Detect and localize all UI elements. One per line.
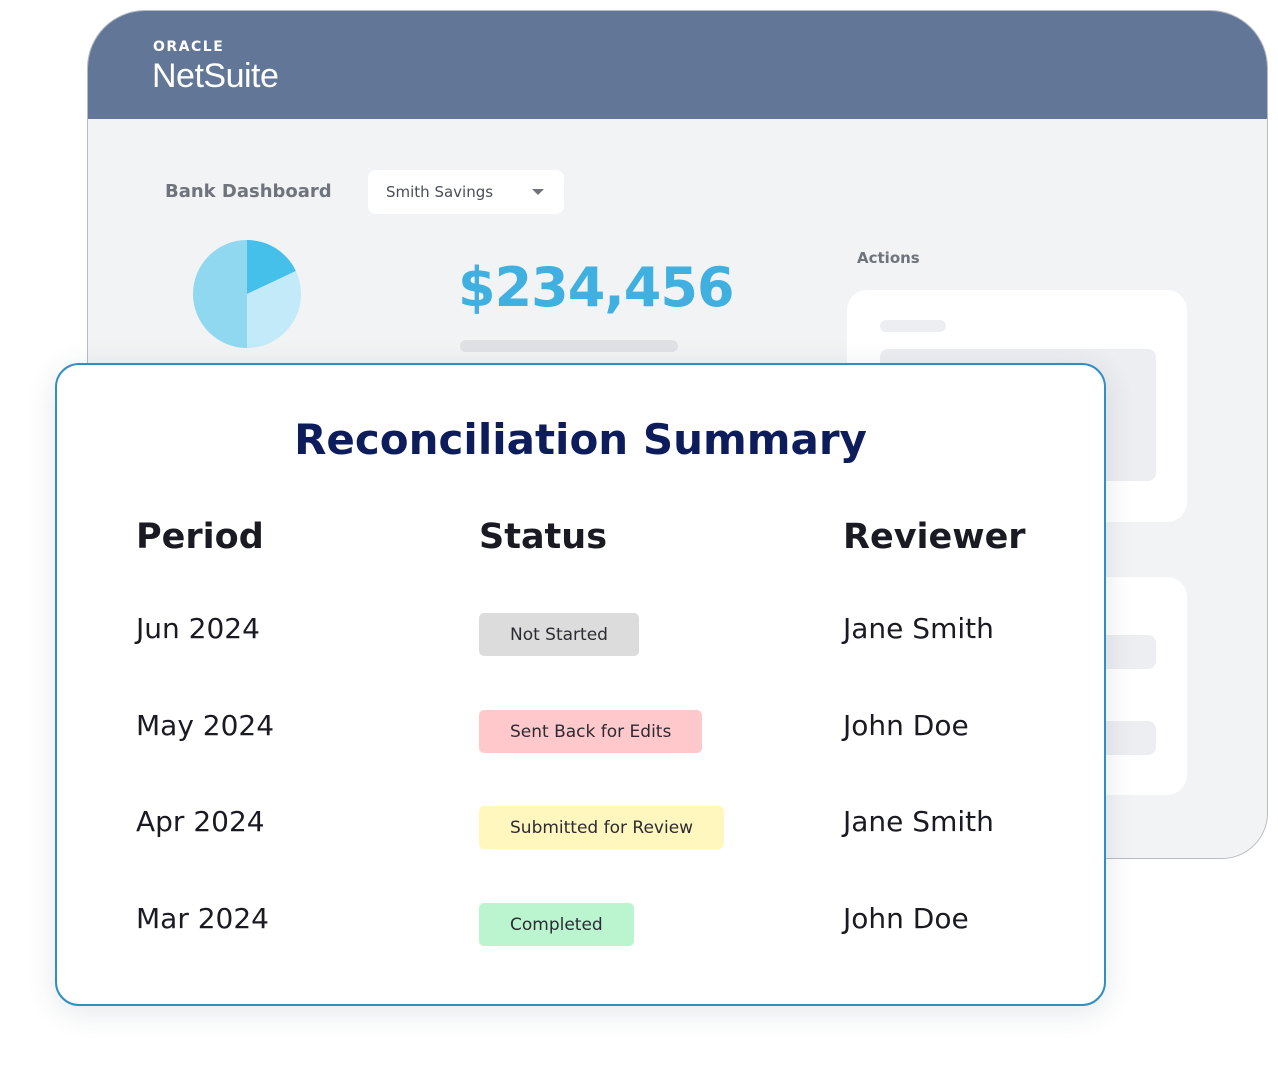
dashboard-title: Bank Dashboard — [165, 181, 332, 202]
row-period: Mar 2024 — [136, 902, 269, 935]
row-reviewer: Jane Smith — [843, 805, 994, 838]
status-badge: Completed — [479, 903, 634, 946]
row-reviewer: John Doe — [843, 709, 969, 742]
reconciliation-summary-card: Reconciliation Summary Period Status Rev… — [55, 363, 1106, 1006]
column-header-status: Status — [479, 517, 608, 557]
status-badge: Sent Back for Edits — [479, 710, 703, 753]
balance-placeholder-bar — [460, 340, 678, 352]
placeholder-line — [880, 320, 946, 332]
status-badge: Not Started — [479, 613, 639, 656]
account-balance: $234,456 — [458, 256, 735, 319]
row-period: Jun 2024 — [136, 612, 260, 645]
oracle-logo-text: ORACLE — [153, 39, 225, 55]
chevron-down-icon — [532, 189, 544, 195]
app-header: ORACLE NetSuite — [88, 11, 1267, 119]
status-badge: Submitted for Review — [479, 806, 725, 849]
netsuite-logo-text: NetSuite — [152, 57, 279, 95]
pie-slice-3 — [193, 240, 247, 348]
column-header-period: Period — [136, 517, 264, 557]
actions-label: Actions — [857, 249, 920, 267]
column-header-reviewer: Reviewer — [843, 517, 1026, 557]
row-period: Apr 2024 — [136, 805, 265, 838]
account-select[interactable]: Smith Savings — [368, 170, 564, 214]
balance-pie-chart — [193, 240, 301, 348]
account-select-value: Smith Savings — [386, 183, 494, 201]
row-period: May 2024 — [136, 709, 275, 742]
row-reviewer: John Doe — [843, 902, 969, 935]
summary-title: Reconciliation Summary — [294, 415, 867, 464]
row-reviewer: Jane Smith — [843, 612, 994, 645]
